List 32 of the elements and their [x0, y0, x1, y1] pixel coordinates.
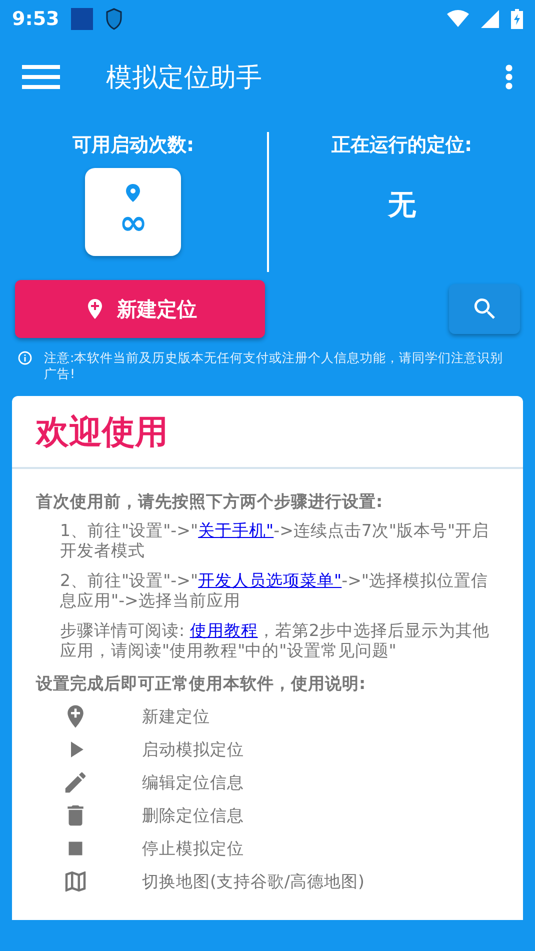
step-link[interactable]: 关于手机"	[198, 521, 274, 540]
step-text: 1、前往"设置"->"关于手机"->连续点击7次"版本号"开启开发者模式	[60, 521, 490, 561]
shield-icon	[105, 8, 124, 30]
pin-icon	[126, 184, 140, 202]
usage-text: 启动模拟定位	[142, 738, 245, 760]
usage-text: 停止模拟定位	[142, 838, 245, 860]
notice-text: 注意:本软件当前及历史版本无任何支付或注册个人信息功能，请同学们注意识别广告!	[44, 350, 504, 382]
section-heading: 首次使用前，请先按照下方两个步骤进行设置:	[36, 491, 384, 513]
section-heading: 设置完成后即可正常使用本软件，使用说明:	[36, 673, 367, 695]
signal-icon	[481, 10, 499, 28]
counter-value: ∞	[119, 206, 148, 240]
welcome-title: 欢迎使用	[12, 396, 523, 469]
usage-text: 新建定位	[142, 706, 211, 728]
step-link[interactable]: 使用教程	[190, 621, 258, 640]
app-title: 模拟定位助手	[106, 62, 263, 94]
usage-text: 编辑定位信息	[142, 772, 245, 794]
battery-icon	[511, 9, 523, 29]
stat-label: 正在运行的定位:	[331, 133, 472, 158]
new-location-button[interactable]: 新建定位	[15, 280, 265, 338]
more-icon[interactable]	[505, 64, 513, 90]
usage-text: 删除定位信息	[142, 804, 245, 826]
stat-label: 可用启动次数:	[72, 133, 194, 158]
wifi-icon	[447, 10, 469, 28]
step-text: 2、前往"设置"->"开发人员选项菜单"->"选择模拟位置信息应用"->选择当前应用	[60, 571, 490, 611]
stat-value: 无	[388, 187, 416, 223]
step-text: 步骤详情可阅读: 使用教程，若第2步中选择后显示为其他应用，请阅读"使用教程"中的"设置常见问题"	[60, 621, 490, 661]
info-icon	[18, 351, 32, 365]
step-link[interactable]: 开发人员选项菜单"	[198, 571, 342, 590]
search-button[interactable]	[449, 284, 520, 334]
usage-text: 切换地图(支持谷歌/高德地图)	[142, 870, 366, 892]
menu-icon[interactable]	[22, 64, 60, 90]
status-time: 9:53	[12, 8, 60, 30]
